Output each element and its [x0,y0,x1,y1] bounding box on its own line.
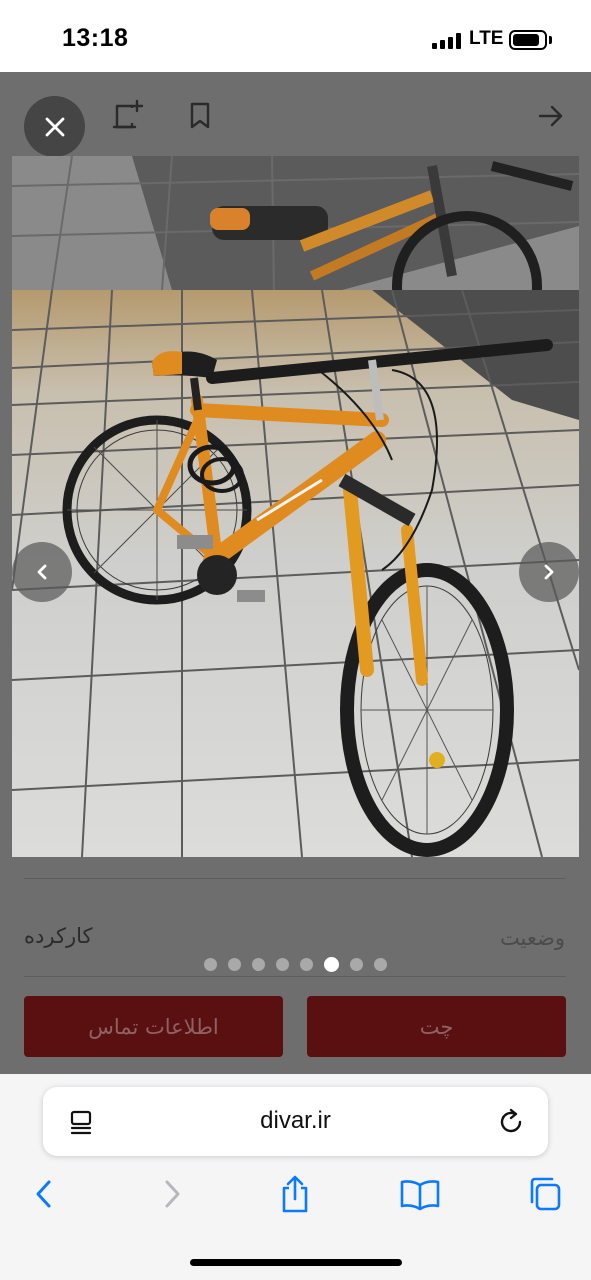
pagination-dot[interactable] [374,957,387,971]
bookmarks-button[interactable] [398,1172,442,1216]
add-note-button[interactable] [107,96,147,136]
tabs-icon [530,1177,561,1211]
bookmark-button[interactable] [180,96,220,136]
close-icon [45,117,64,136]
condition-label: وضعیت [499,926,565,950]
pagination-dot[interactable] [252,957,265,971]
pagination-dot[interactable] [300,957,313,971]
bicycle-photo[interactable] [12,156,579,857]
condition-value: کارکرده [24,924,93,948]
reload-icon[interactable] [496,1107,526,1137]
bookmark-icon [190,102,210,129]
signal-icon [432,33,462,49]
chevron-left-icon [37,564,47,580]
home-indicator [190,1259,402,1266]
photo-top-strip [12,156,579,290]
battery-cap [549,36,552,44]
contact-info-button[interactable]: اطلاعات تماس [24,996,283,1057]
back-button[interactable] [22,1172,66,1216]
chat-button[interactable]: چت [307,996,566,1057]
status-time: 13:18 [62,24,129,52]
bookmarks-icon [400,1180,440,1211]
share-icon [282,1175,308,1213]
close-button[interactable] [24,96,85,157]
photo-pagination[interactable] [0,954,591,974]
tabs-button[interactable] [522,1172,566,1216]
add-note-icon [112,99,144,129]
back-icon [36,1180,51,1208]
forward-button[interactable] [150,1172,194,1216]
battery-level [513,34,539,46]
share-button[interactable] [273,1172,317,1216]
network-type: LTE [469,28,504,49]
arrow-right-icon [538,105,563,127]
status-bar: 13:18 LTE [0,0,591,72]
url-text[interactable]: divar.ir [43,1107,548,1135]
forward-icon [165,1180,180,1208]
pagination-dot-active[interactable] [324,956,339,972]
next-photo-button[interactable] [519,542,579,602]
pagination-dot[interactable] [350,957,363,971]
pagination-dot[interactable] [276,957,289,971]
address-bar[interactable]: divar.ir [43,1087,548,1156]
chevron-right-icon [544,564,554,580]
divider [24,878,566,879]
gallery-overlay: وضعیت کارکرده اطلاعات تماس چت [0,72,591,1074]
battery-icon [509,30,547,50]
pagination-dot[interactable] [228,957,241,971]
pagination-dot[interactable] [204,957,217,971]
forward-share-button[interactable] [531,96,571,136]
previous-photo-button[interactable] [12,542,72,602]
photo-main [12,290,579,857]
divider [24,976,566,977]
